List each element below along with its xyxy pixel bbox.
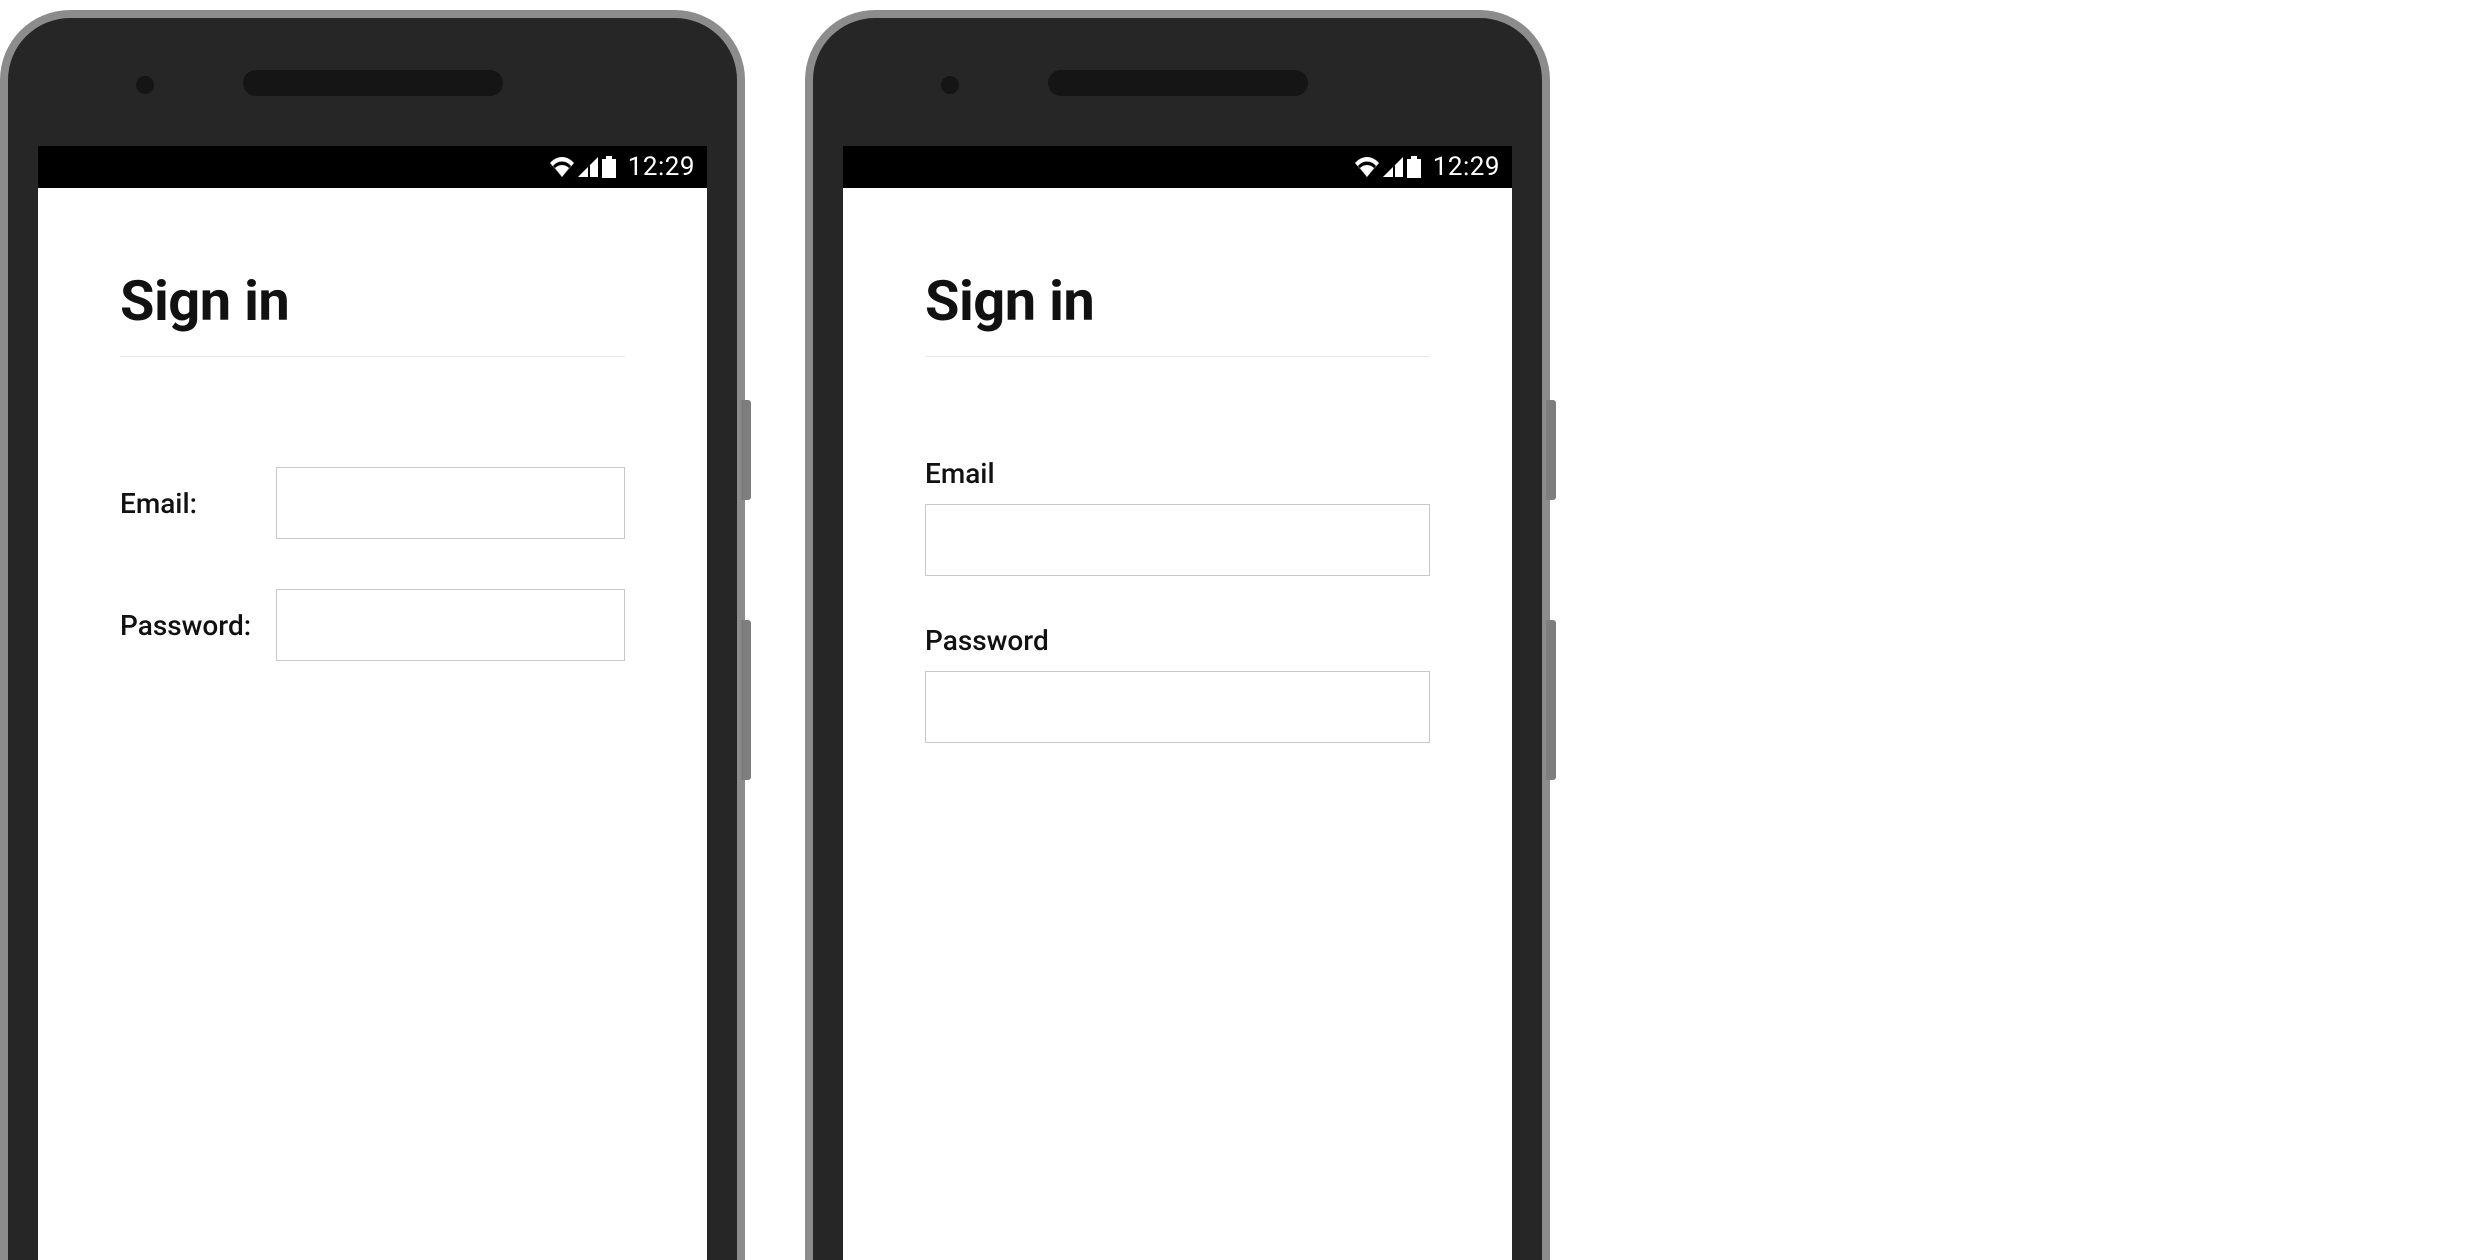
email-label: Email <box>925 457 1430 490</box>
phone-outer-shell: 12:29 Sign in Email: Password: <box>0 10 745 1260</box>
cellular-icon <box>1383 157 1403 177</box>
password-field[interactable] <box>925 671 1430 743</box>
camera-dot <box>941 76 959 94</box>
email-label: Email: <box>120 487 276 520</box>
sign-in-form: Email Password <box>925 457 1430 743</box>
earpiece-speaker <box>1048 70 1308 96</box>
status-time: 12:29 <box>1433 152 1500 182</box>
sign-in-form: Email: Password: <box>120 467 625 661</box>
power-button <box>1546 400 1556 500</box>
wifi-icon <box>1355 157 1379 177</box>
status-bar: 12:29 <box>843 146 1512 188</box>
power-button <box>741 400 751 500</box>
battery-icon <box>602 156 616 178</box>
password-label: Password: <box>120 609 276 642</box>
password-row: Password: <box>120 589 625 661</box>
cellular-icon <box>578 157 598 177</box>
page-title: Sign in <box>120 268 625 334</box>
phone-body: 12:29 Sign in Email: Password: <box>8 18 737 1260</box>
password-field[interactable] <box>276 589 625 661</box>
email-field[interactable] <box>276 467 625 539</box>
password-group: Password <box>925 624 1430 743</box>
volume-button <box>1546 620 1556 780</box>
battery-icon <box>1407 156 1421 178</box>
earpiece-speaker <box>243 70 503 96</box>
phone-body: 12:29 Sign in Email Password <box>813 18 1542 1260</box>
status-bar: 12:29 <box>38 146 707 188</box>
password-label: Password <box>925 624 1430 657</box>
status-time: 12:29 <box>628 152 695 182</box>
volume-button <box>741 620 751 780</box>
email-field[interactable] <box>925 504 1430 576</box>
title-divider <box>925 356 1430 357</box>
email-row: Email: <box>120 467 625 539</box>
title-divider <box>120 356 625 357</box>
wifi-icon <box>550 157 574 177</box>
email-group: Email <box>925 457 1430 576</box>
page-title: Sign in <box>925 268 1430 334</box>
sign-in-screen: Sign in Email Password <box>843 188 1512 1260</box>
sign-in-screen: Sign in Email: Password: <box>38 188 707 1260</box>
camera-dot <box>136 76 154 94</box>
screen: 12:29 Sign in Email: Password: <box>38 146 707 1260</box>
phone-outer-shell: 12:29 Sign in Email Password <box>805 10 1550 1260</box>
phone-frame-a: 12:29 Sign in Email: Password: <box>0 10 745 1260</box>
screen: 12:29 Sign in Email Password <box>843 146 1512 1260</box>
phone-frame-b: 12:29 Sign in Email Password <box>805 10 1550 1260</box>
